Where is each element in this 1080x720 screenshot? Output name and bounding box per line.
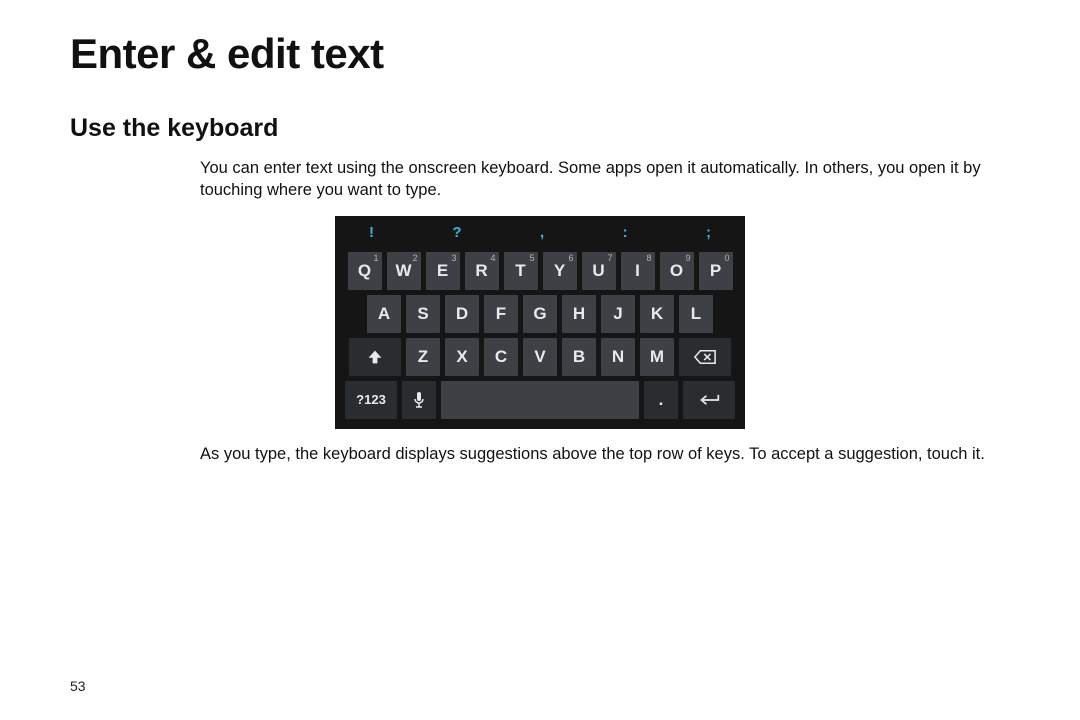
key-t[interactable]: T5 — [504, 252, 538, 290]
key-v[interactable]: V — [523, 338, 557, 376]
page-number: 53 — [70, 678, 86, 694]
key-i[interactable]: I8 — [621, 252, 655, 290]
key-e[interactable]: E3 — [426, 252, 460, 290]
keyboard-row-1: Q1W2E3R4T5Y6U7I8O9P0 — [345, 252, 735, 290]
key-u[interactable]: U7 — [582, 252, 616, 290]
spacebar-key[interactable] — [441, 381, 639, 419]
page-title: Enter & edit text — [70, 30, 1010, 78]
keyboard-row-4: ?123 . — [345, 381, 735, 419]
key-z[interactable]: Z — [406, 338, 440, 376]
key-k[interactable]: K — [640, 295, 674, 333]
key-x[interactable]: X — [445, 338, 479, 376]
key-f[interactable]: F — [484, 295, 518, 333]
suggestion-row: ! ? , : ; — [345, 224, 735, 247]
key-j[interactable]: J — [601, 295, 635, 333]
key-s[interactable]: S — [406, 295, 440, 333]
shift-key[interactable] — [349, 338, 401, 376]
key-h[interactable]: H — [562, 295, 596, 333]
key-r[interactable]: R4 — [465, 252, 499, 290]
suggestion[interactable]: , — [540, 224, 544, 241]
key-o[interactable]: O9 — [660, 252, 694, 290]
symbols-key[interactable]: ?123 — [345, 381, 397, 419]
shift-icon — [367, 349, 383, 365]
suggestion[interactable]: ? — [452, 224, 461, 241]
backspace-icon — [694, 350, 716, 364]
mic-key[interactable] — [402, 381, 436, 419]
intro-paragraph: You can enter text using the onscreen ke… — [70, 157, 1010, 202]
key-w[interactable]: W2 — [387, 252, 421, 290]
suggestion[interactable]: : — [623, 224, 628, 241]
section-title: Use the keyboard — [70, 114, 1010, 143]
period-key[interactable]: . — [644, 381, 678, 419]
after-paragraph: As you type, the keyboard displays sugge… — [70, 443, 1010, 465]
key-n[interactable]: N — [601, 338, 635, 376]
backspace-key[interactable] — [679, 338, 731, 376]
keyboard-row-2: ASDFGHJKL — [345, 295, 735, 333]
key-l[interactable]: L — [679, 295, 713, 333]
key-g[interactable]: G — [523, 295, 557, 333]
keyboard-row-3: ZXCVBNM — [345, 338, 735, 376]
mic-icon — [413, 391, 425, 409]
key-y[interactable]: Y6 — [543, 252, 577, 290]
onscreen-keyboard: ! ? , : ; Q1W2E3R4T5Y6U7I8O9P0 ASDFGHJKL… — [335, 216, 745, 429]
suggestion[interactable]: ; — [706, 224, 711, 241]
suggestion[interactable]: ! — [369, 224, 374, 241]
key-d[interactable]: D — [445, 295, 479, 333]
key-b[interactable]: B — [562, 338, 596, 376]
key-a[interactable]: A — [367, 295, 401, 333]
key-q[interactable]: Q1 — [348, 252, 382, 290]
enter-icon — [698, 393, 720, 407]
key-p[interactable]: P0 — [699, 252, 733, 290]
enter-key[interactable] — [683, 381, 735, 419]
key-c[interactable]: C — [484, 338, 518, 376]
key-m[interactable]: M — [640, 338, 674, 376]
